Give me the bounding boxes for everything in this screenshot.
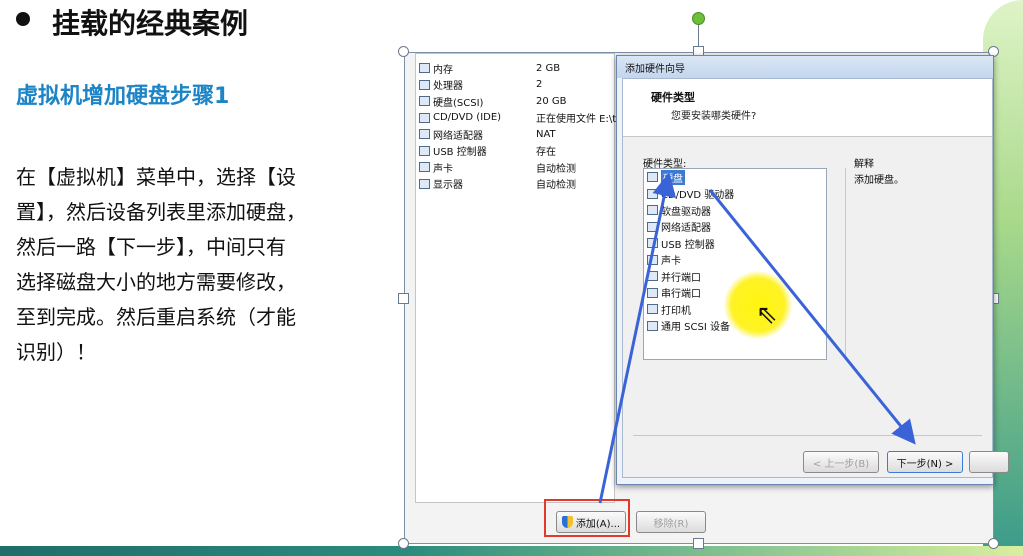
add-hardware-wizard[interactable]: 添加硬件向导 硬件类型 您要安装哪类硬件? 硬件类型: 硬盘 CD/DVD 驱动… (616, 55, 1009, 485)
hardware-type-cd-dvd[interactable]: CD/DVD 驱动器 (644, 186, 826, 203)
hardware-type-usb[interactable]: USB 控制器 (644, 235, 826, 252)
wizard-header-title: 硬件类型 (651, 91, 695, 104)
cancel-button[interactable] (969, 451, 1009, 473)
back-button[interactable]: < 上一步(B) (803, 451, 879, 473)
resize-handle-left[interactable] (398, 293, 409, 304)
memory-icon (419, 63, 430, 74)
resize-handle-bottom[interactable] (693, 538, 704, 549)
wizard-separator (633, 435, 982, 436)
parallel-port-icon (647, 271, 658, 282)
resize-handle-top-left[interactable] (398, 46, 409, 57)
hardware-type-sound[interactable]: 声卡 (644, 252, 826, 269)
explanation-text: 添加硬盘。 (854, 175, 904, 186)
scsi-icon (647, 320, 658, 331)
highlight-box (544, 499, 630, 537)
slide-title: 挂载的经典案例 (52, 7, 249, 40)
wizard-header-subtitle: 您要安装哪类硬件? (671, 111, 757, 122)
printer-icon (647, 304, 658, 315)
network-icon (419, 129, 430, 140)
hardware-type-list[interactable]: 硬盘 CD/DVD 驱动器 软盘驱动器 网络适配器 USB 控制器 声卡 并行端… (643, 168, 827, 360)
cpu-icon (419, 79, 430, 90)
bullet-icon (16, 12, 30, 26)
hardware-type-floppy[interactable]: 软盘驱动器 (644, 202, 826, 219)
device-row-harddisk[interactable]: 硬盘(SCSI) 20 GB (416, 93, 614, 110)
usb-icon (647, 238, 658, 249)
resize-handle-bottom-right[interactable] (988, 538, 999, 549)
cd-icon (647, 188, 658, 199)
display-icon (419, 178, 430, 189)
device-list[interactable]: 内存 2 GB 处理器 2 硬盘(SCSI) 20 GB CD/DVD (IDE… (415, 53, 628, 503)
device-row-usb[interactable]: USB 控制器 存在 (416, 143, 614, 160)
harddisk-icon (419, 96, 430, 107)
cursor-copy-icon: ⇖ (756, 300, 778, 330)
hardware-type-harddisk[interactable]: 硬盘 (644, 169, 826, 186)
resize-handle-bottom-left[interactable] (398, 538, 409, 549)
wizard-body: 硬件类型 您要安装哪类硬件? 硬件类型: 硬盘 CD/DVD 驱动器 软盘驱动器… (622, 78, 1009, 478)
slide-subtitle: 虚拟机增加硬盘步骤1 (16, 84, 230, 109)
description-line: 识别）！ (16, 340, 96, 364)
description-line: 然后一路【下一步】，中间只有 (16, 235, 286, 259)
serial-port-icon (647, 287, 658, 298)
usb-icon (419, 145, 430, 156)
harddisk-icon (647, 172, 658, 183)
device-row-display[interactable]: 显示器 自动检测 (416, 176, 614, 193)
device-row-cpu[interactable]: 处理器 2 (416, 77, 614, 94)
wizard-titlebar[interactable]: 添加硬件向导 (617, 56, 993, 78)
device-row-sound[interactable]: 声卡 自动检测 (416, 159, 614, 176)
device-row-cd[interactable]: CD/DVD (IDE) 正在使用文件 E:\too (416, 110, 628, 127)
device-row-network[interactable]: 网络适配器 NAT (416, 126, 614, 143)
sound-icon (647, 254, 658, 265)
description-line: 选择磁盘大小的地方需要修改， (16, 270, 296, 294)
slide-description: 在【虚拟机】菜单中，选择【设 置】，然后设备列表里添加硬盘， 然后一路【下一步】… (16, 160, 376, 370)
wizard-header: 硬件类型 您要安装哪类硬件? (623, 79, 992, 137)
remove-hardware-button[interactable]: 移除(R) (636, 511, 706, 533)
slide-decoration-bottom (0, 546, 1023, 556)
hardware-type-network[interactable]: 网络适配器 (644, 219, 826, 236)
next-button[interactable]: 下一步(N) > (887, 451, 963, 473)
description-line: 至到完成。然后重启系统（才能 (16, 305, 296, 329)
description-line: 置】，然后设备列表里添加硬盘， (16, 200, 306, 224)
explanation-label: 解释 (854, 159, 874, 170)
sound-icon (419, 162, 430, 173)
cd-icon (419, 112, 430, 123)
description-line: 在【虚拟机】菜单中，选择【设 (16, 165, 296, 189)
device-row-memory[interactable]: 内存 2 GB (416, 60, 614, 77)
floppy-icon (647, 205, 658, 216)
rotation-handle[interactable] (692, 12, 705, 25)
network-icon (647, 221, 658, 232)
explanation-panel: 解释 添加硬盘。 (845, 159, 997, 360)
